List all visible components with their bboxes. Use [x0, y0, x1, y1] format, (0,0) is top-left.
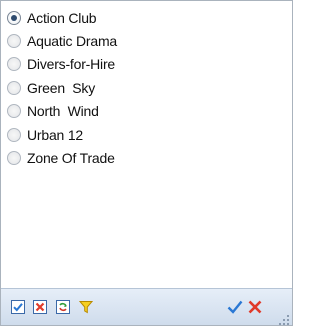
option-zone-of-trade[interactable]: Zone Of Trade	[7, 147, 115, 169]
option-action-club[interactable]: Action Club	[7, 7, 97, 29]
option-label: Divers-for-Hire	[27, 56, 116, 72]
option-aquatic-drama[interactable]: Aquatic Drama	[7, 30, 117, 52]
radio-button-selected[interactable]	[7, 11, 21, 25]
filter-dropdown-panel: Action Club Aquatic Drama Divers-for-Hir…	[0, 0, 293, 326]
ok-checkmark-icon[interactable]	[227, 299, 243, 315]
filter-toolbar	[1, 288, 292, 325]
option-north-wind[interactable]: North Wind	[7, 100, 99, 122]
option-label: North Wind	[27, 103, 99, 119]
option-label: Aquatic Drama	[27, 33, 117, 49]
cancel-x-icon[interactable]	[247, 299, 263, 315]
radio-button[interactable]	[7, 104, 21, 118]
radio-button[interactable]	[7, 34, 21, 48]
select-all-icon[interactable]	[10, 299, 26, 315]
invert-selection-icon[interactable]	[55, 299, 71, 315]
radio-button[interactable]	[7, 128, 21, 142]
filter-icon[interactable]	[78, 299, 94, 315]
option-label: Green Sky	[27, 80, 96, 96]
option-label: Action Club	[27, 10, 97, 26]
option-green-sky[interactable]: Green Sky	[7, 77, 95, 99]
clear-selection-icon[interactable]	[32, 299, 48, 315]
resize-grip-icon[interactable]	[279, 312, 289, 325]
option-urban-12[interactable]: Urban 12	[7, 124, 83, 146]
radio-button[interactable]	[7, 151, 21, 165]
radio-button[interactable]	[7, 81, 21, 95]
option-label: Urban 12	[27, 127, 83, 143]
option-divers-for-hire[interactable]: Divers-for-Hire	[7, 53, 115, 75]
radio-button[interactable]	[7, 57, 21, 71]
option-list: Action Club Aquatic Drama Divers-for-Hir…	[1, 1, 292, 289]
option-label: Zone Of Trade	[27, 150, 115, 166]
